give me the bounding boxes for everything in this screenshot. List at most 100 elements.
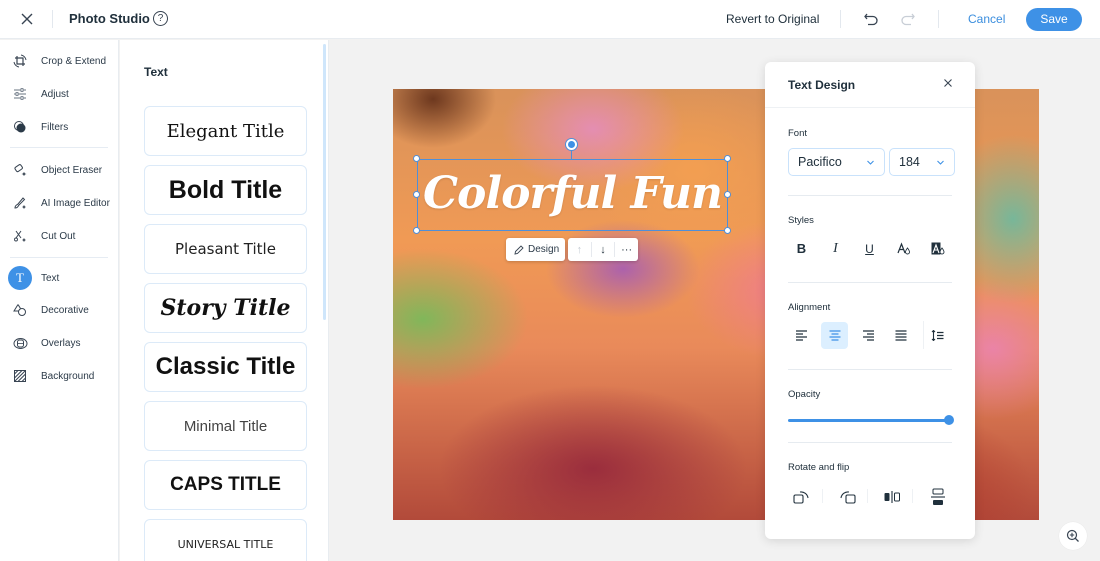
design-label: Design xyxy=(528,244,560,255)
zoom-button[interactable] xyxy=(1059,522,1087,550)
divider xyxy=(10,147,108,148)
divider xyxy=(52,10,53,28)
italic-button[interactable]: I xyxy=(822,235,849,262)
close-panel-button[interactable] xyxy=(941,76,955,90)
font-family-value: Pacifico xyxy=(798,155,842,169)
sidebar-item-filters[interactable]: Filters xyxy=(0,114,119,140)
align-justify-button[interactable] xyxy=(887,322,914,349)
align-left-button[interactable] xyxy=(788,322,815,349)
revert-to-original-button[interactable]: Revert to Original xyxy=(726,12,819,26)
font-size-value: 184 xyxy=(899,155,920,169)
chevron-down-icon xyxy=(937,160,944,165)
preset-universal-title[interactable]: UNIVERSAL TITLE xyxy=(144,519,307,561)
text-color-button[interactable] xyxy=(890,235,917,262)
font-family-select[interactable]: Pacifico xyxy=(788,148,885,176)
rotate-handle[interactable] xyxy=(566,139,577,150)
align-center-icon xyxy=(829,330,840,341)
sidebar-item-overlays[interactable]: Overlays xyxy=(0,330,119,356)
opacity-slider[interactable] xyxy=(788,414,954,426)
text-presets-panel: Text Elegant Title Bold Title Pleasant T… xyxy=(120,40,329,561)
align-center-button[interactable] xyxy=(821,322,848,349)
sidebar-item-decorative[interactable]: Decorative xyxy=(0,297,119,323)
resize-handle-top-right[interactable] xyxy=(724,155,731,162)
sidebar-item-label: Adjust xyxy=(41,88,69,100)
opacity-slider-thumb[interactable] xyxy=(944,415,954,425)
layer-toolbar: ↑ ↓ ··· xyxy=(568,238,638,261)
resize-handle-left[interactable] xyxy=(413,191,420,198)
opacity-slider-track xyxy=(788,419,949,422)
font-size-select[interactable]: 184 xyxy=(889,148,955,176)
more-options-button[interactable]: ··· xyxy=(615,238,638,261)
panel-scrollbar[interactable] xyxy=(323,44,326,320)
sliders-icon xyxy=(11,85,29,103)
preset-story-title[interactable]: Story Title xyxy=(144,283,307,333)
preset-bold-title[interactable]: Bold Title xyxy=(144,165,307,215)
underline-button[interactable]: U xyxy=(856,235,883,262)
chevron-down-icon xyxy=(867,160,874,165)
top-bar: Photo Studio ? Revert to Original Cancel… xyxy=(0,0,1100,39)
cancel-button[interactable]: Cancel xyxy=(968,12,1005,26)
rotate-handle-stem xyxy=(571,149,572,159)
sidebar-item-cut-out[interactable]: Cut Out xyxy=(0,223,119,249)
preset-elegant-title[interactable]: Elegant Title xyxy=(144,106,307,156)
highlight-color-button[interactable] xyxy=(924,235,951,262)
selection-box[interactable] xyxy=(417,159,728,231)
resize-handle-bottom-right[interactable] xyxy=(724,227,731,234)
sidebar-item-crop-extend[interactable]: Crop & Extend xyxy=(0,48,119,74)
app-title: Photo Studio xyxy=(69,11,150,26)
preset-classic-title[interactable]: Classic Title xyxy=(144,342,307,392)
rotate-right-button[interactable] xyxy=(788,483,815,510)
sidebar-item-adjust[interactable]: Adjust xyxy=(0,81,119,107)
align-right-button[interactable] xyxy=(854,322,881,349)
flip-vertical-button[interactable] xyxy=(924,483,951,510)
sidebar-item-label: Overlays xyxy=(41,337,81,349)
undo-icon xyxy=(864,13,878,26)
bold-button[interactable]: B xyxy=(788,235,815,262)
pencil-icon xyxy=(514,244,524,255)
resize-handle-top-left[interactable] xyxy=(413,155,420,162)
overlays-icon xyxy=(11,334,29,352)
preset-minimal-title[interactable]: Minimal Title xyxy=(144,401,307,451)
zoom-in-icon xyxy=(1066,529,1079,542)
undo-button[interactable] xyxy=(862,10,880,28)
preset-pleasant-title[interactable]: Pleasant Title xyxy=(144,224,307,274)
sidebar-item-label: AI Image Editor xyxy=(41,197,110,209)
bring-forward-button[interactable]: ↑ xyxy=(568,238,591,261)
sidebar-item-label: Background xyxy=(41,370,95,382)
text-design-panel: Text Design Font Pacifico 184 Styles B I… xyxy=(765,62,975,539)
panel-title: Text xyxy=(144,65,168,79)
redo-button[interactable] xyxy=(899,10,917,28)
resize-handle-right[interactable] xyxy=(724,191,731,198)
sidebar-item-background[interactable]: Background xyxy=(0,363,119,389)
preset-caps-title[interactable]: CAPS TITLE xyxy=(144,460,307,510)
rotate-flip-label: Rotate and flip xyxy=(788,462,850,473)
send-backward-button[interactable]: ↓ xyxy=(592,238,615,261)
resize-handle-bottom-left[interactable] xyxy=(413,227,420,234)
sidebar-item-ai-image-editor[interactable]: AI Image Editor xyxy=(0,190,119,216)
design-button[interactable]: Design xyxy=(506,238,565,261)
divider xyxy=(822,489,823,503)
align-left-icon xyxy=(795,330,807,341)
sidebar-item-object-eraser[interactable]: Object Eraser xyxy=(0,157,119,183)
eraser-sparkle-icon xyxy=(11,161,29,179)
redo-icon xyxy=(901,13,915,26)
divider xyxy=(840,10,841,28)
line-spacing-button[interactable] xyxy=(924,322,951,349)
sidebar-item-text[interactable]: T Text xyxy=(0,265,119,291)
rotate-left-icon xyxy=(839,490,856,504)
crop-rotate-icon xyxy=(11,52,29,70)
close-icon xyxy=(944,79,952,87)
highlight-color-icon xyxy=(931,242,944,255)
flip-horizontal-button[interactable] xyxy=(878,483,905,510)
flip-vertical-icon xyxy=(930,488,945,505)
divider xyxy=(788,442,952,443)
close-icon xyxy=(21,13,33,25)
close-button[interactable] xyxy=(17,9,37,29)
save-button[interactable]: Save xyxy=(1026,8,1082,31)
panel-title: Text Design xyxy=(788,78,856,92)
question-circle-icon[interactable]: ? xyxy=(153,11,168,26)
sidebar-item-label: Text xyxy=(41,272,60,284)
rotate-left-button[interactable] xyxy=(833,483,860,510)
divider xyxy=(867,489,868,503)
opacity-label: Opacity xyxy=(788,389,821,400)
